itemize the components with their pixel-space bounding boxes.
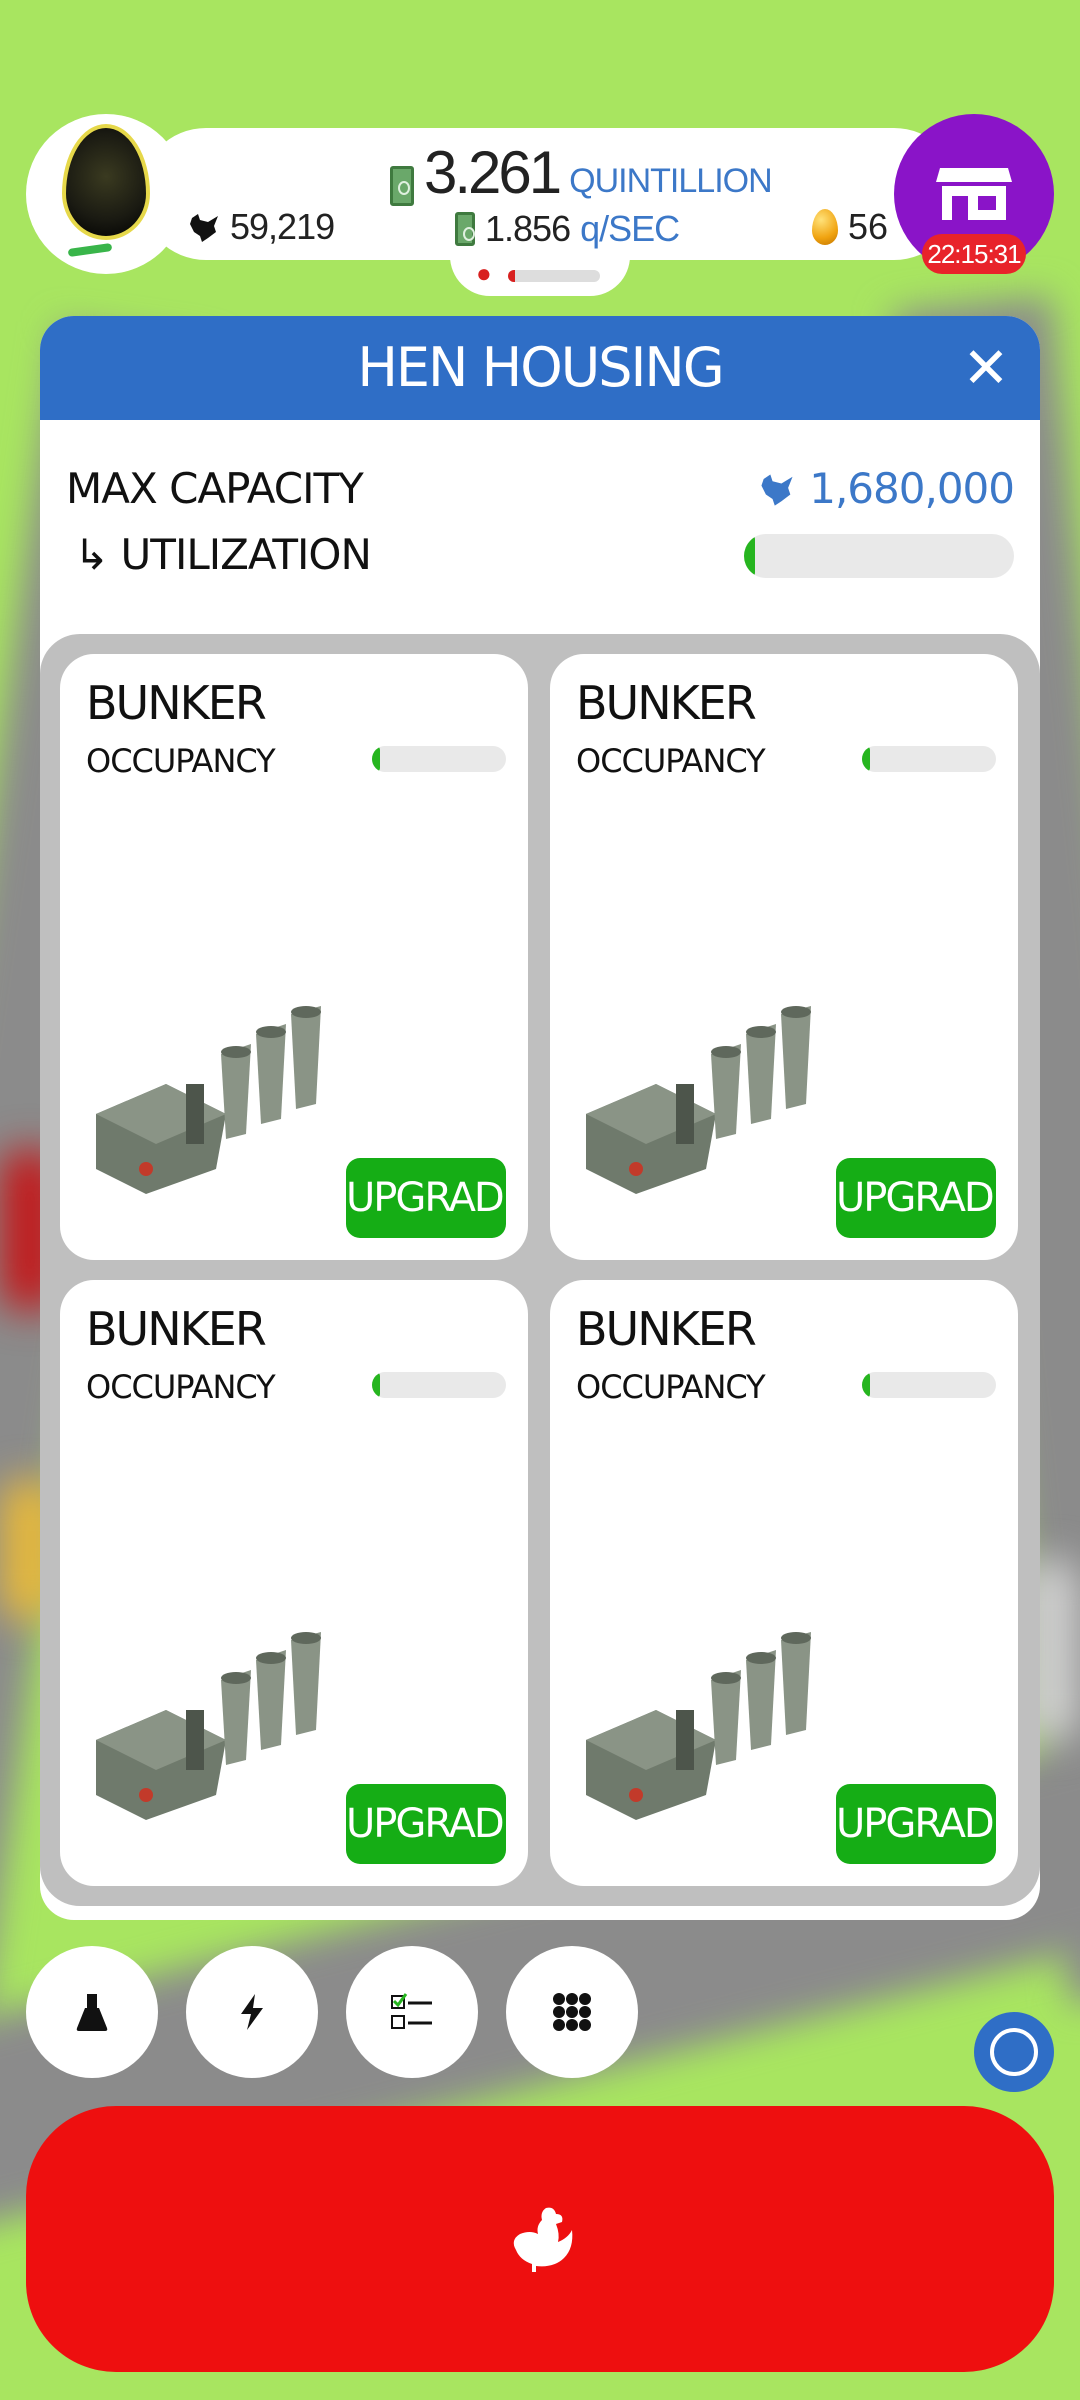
hab-card: BUNKER OCCUPANCY UPGRADE — [550, 654, 1018, 1260]
research-flask-icon — [76, 1994, 108, 2031]
occupancy-fill — [372, 746, 381, 772]
menu-button[interactable] — [506, 1946, 638, 2078]
upgrade-button[interactable]: UPGRADE — [346, 1784, 528, 1864]
upgrade-button[interactable]: UPGRADE — [836, 1158, 1018, 1238]
event-progress-track — [508, 270, 600, 282]
bank-value: 3.261 — [424, 139, 562, 206]
research-button[interactable] — [26, 1946, 158, 2078]
bank-unit: QUINTILLION — [569, 162, 772, 200]
occupancy-label: OCCUPANCY — [86, 1368, 276, 1406]
occupancy-bar — [862, 1372, 996, 1398]
chicken-count: 59,219 — [186, 206, 335, 248]
cash-icon — [390, 166, 414, 206]
hab-name: BUNKER — [576, 676, 757, 730]
earning-rate: 1.856 q/SEC — [455, 208, 680, 250]
occupancy-label: OCCUPANCY — [576, 742, 766, 780]
chicken-icon — [190, 214, 218, 242]
occupancy-label: OCCUPANCY — [576, 1368, 766, 1406]
panel-title: HEN HOUSING — [357, 336, 724, 399]
bank-display: 3.261 QUINTILLION — [390, 139, 773, 206]
hab-card: BUNKER OCCUPANCY UPGRADE — [550, 1280, 1018, 1886]
occupancy-fill — [862, 746, 871, 772]
golden-egg-icon — [812, 209, 838, 245]
utilization-label: ↳ UTILIZATION — [74, 530, 372, 579]
hab-card: BUNKER OCCUPANCY UPGRADE — [60, 654, 528, 1260]
upgrade-button[interactable]: UPGRADE — [346, 1158, 528, 1238]
bunker-icon — [96, 1632, 321, 1820]
bunker-icon — [586, 1632, 811, 1820]
chicken-icon — [761, 474, 793, 506]
occupancy-bar — [372, 1372, 506, 1398]
shop-timer: 22:15:31 — [922, 234, 1026, 274]
occupancy-fill — [862, 1372, 871, 1398]
golden-eggs-value: 56 — [848, 206, 889, 247]
hab-name: BUNKER — [86, 676, 267, 730]
missions-button[interactable] — [346, 1946, 478, 2078]
hatch-chicken-button[interactable] — [26, 2106, 1054, 2372]
event-progress-fill — [508, 270, 516, 282]
hab-card: BUNKER OCCUPANCY UPGRADE — [60, 1280, 528, 1886]
bunker-icon — [96, 1006, 321, 1194]
cash-icon — [455, 212, 475, 246]
occupancy-fill — [372, 1372, 381, 1398]
earning-rate-value: 1.856 — [485, 208, 571, 249]
utilization-bar — [744, 534, 1014, 578]
utilization-fill — [744, 534, 755, 578]
habs-grid: BUNKER OCCUPANCY UPGRADE BUNKER OCCUPANC… — [40, 634, 1040, 1906]
upgrade-button[interactable]: UPGRADE — [836, 1784, 1018, 1864]
missions-checklist-icon — [391, 1993, 432, 2029]
drone-ring-button[interactable] — [974, 2012, 1054, 2092]
hen-housing-panel: HEN HOUSING ✕ MAX CAPACITY 1,680,000 ↳ U… — [40, 316, 1040, 1920]
boost-bolt-icon — [241, 1994, 263, 2030]
shop-icon — [936, 168, 1012, 220]
boost-button[interactable] — [186, 1946, 318, 2078]
occupancy-bar — [862, 746, 996, 772]
hen-icon: ● — [476, 258, 492, 288]
earning-rate-unit: q/SEC — [580, 208, 680, 249]
bunker-icon — [586, 1006, 811, 1194]
event-progress: ● — [450, 252, 630, 296]
occupancy-label: OCCUPANCY — [86, 742, 276, 780]
max-capacity-label: MAX CAPACITY — [66, 464, 364, 513]
golden-eggs[interactable]: 56 — [812, 206, 888, 248]
max-capacity: 1,680,000 — [757, 464, 1015, 513]
close-icon[interactable]: ✕ — [958, 340, 1014, 396]
menu-grid-icon — [553, 1993, 591, 2031]
panel-header: HEN HOUSING ✕ — [40, 316, 1040, 420]
hab-name: BUNKER — [576, 1302, 757, 1356]
occupancy-bar — [372, 746, 506, 772]
hab-name: BUNKER — [86, 1302, 267, 1356]
chicken-icon — [513, 2207, 573, 2272]
max-capacity-value: 1,680,000 — [809, 464, 1015, 513]
chicken-count-value: 59,219 — [230, 206, 335, 247]
